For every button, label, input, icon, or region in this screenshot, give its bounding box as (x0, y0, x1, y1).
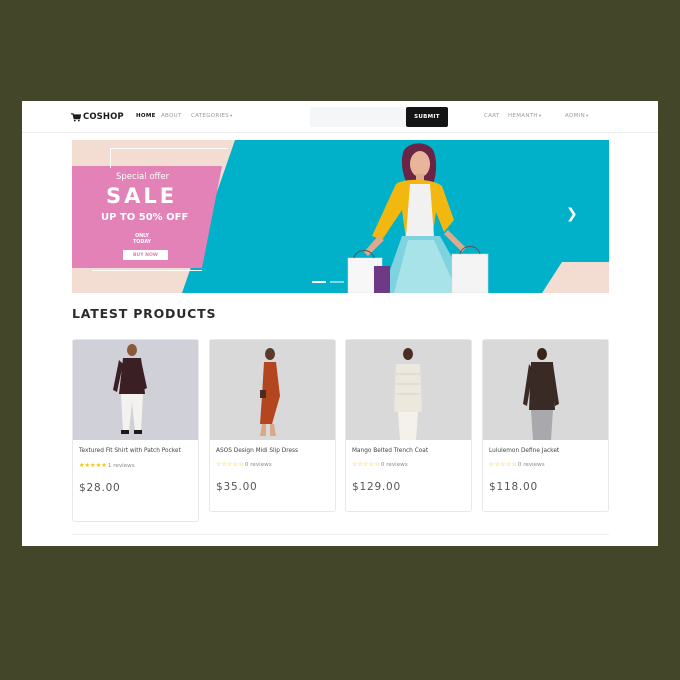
hero-sale-heading: SALE (106, 184, 178, 208)
product-price: $35.00 (216, 481, 258, 493)
review-count: 0 reviews (244, 461, 272, 468)
product-card[interactable]: ASOS Design Midi Slip Dress ☆☆☆☆☆ 0 revi… (209, 339, 336, 512)
hero-carousel[interactable]: Special offer SALE UP TO 50% OFF ONLY TO… (72, 140, 609, 293)
product-price: $28.00 (79, 482, 121, 494)
hero-model-image (347, 143, 489, 293)
product-title[interactable]: Lululemon Define Jacket (489, 447, 602, 456)
browser-page: COSHOP HOME ABOUT CATEGORIES▾ SUBMIT CAR… (22, 101, 658, 546)
buy-now-button[interactable]: BUY NOW (123, 250, 168, 260)
brand-logo[interactable]: COSHOP (71, 111, 124, 123)
product-image[interactable] (346, 340, 471, 440)
star-rating-icon: ☆☆☆☆☆ (489, 461, 517, 468)
star-rating-icon: ☆☆☆☆☆ (352, 461, 380, 468)
chevron-right-icon[interactable]: ❯ (566, 206, 578, 222)
hero-only-line2: TODAY (133, 240, 152, 245)
product-card[interactable]: Mango Belted Trench Coat ☆☆☆☆☆ 0 reviews… (345, 339, 472, 512)
product-title[interactable]: Mango Belted Trench Coat (352, 447, 465, 456)
nav-user-label: HEMANTH (508, 113, 538, 119)
product-rating: ☆☆☆☆☆ 0 reviews (489, 461, 602, 468)
product-rating: ★★★★★ 1 reviews (79, 462, 192, 469)
review-count: 0 reviews (380, 461, 408, 468)
product-price: $118.00 (489, 481, 539, 493)
nav-user-menu[interactable]: HEMANTH▾ (508, 113, 541, 119)
model-coat-image (394, 348, 422, 440)
product-image[interactable] (73, 340, 198, 440)
product-rating: ☆☆☆☆☆ 0 reviews (352, 461, 465, 468)
cart-icon (71, 112, 81, 121)
frame-line (92, 270, 202, 271)
review-count: 1 reviews (107, 462, 135, 469)
caret-down-icon: ▾ (538, 114, 542, 119)
product-price: $129.00 (352, 481, 402, 493)
frame-line (110, 148, 228, 149)
caret-down-icon: ▾ (585, 114, 589, 119)
nav-categories[interactable]: CATEGORIES▾ (191, 113, 233, 119)
star-rating-icon: ☆☆☆☆☆ (216, 461, 244, 468)
nav-home[interactable]: HOME (136, 113, 156, 119)
hero-only-today: ONLY TODAY (133, 234, 151, 246)
model-dress-image (260, 348, 280, 436)
nav-about[interactable]: ABOUT (161, 113, 182, 119)
product-card[interactable]: Textured Fit Shirt with Patch Pocket ★★★… (72, 339, 199, 522)
model-jacket-image (523, 348, 559, 440)
divider (72, 534, 609, 535)
hero-discount: UP TO 50% OFF (101, 212, 189, 223)
brand-name: COSHOP (83, 112, 124, 122)
star-rating-icon: ★★★★★ (79, 462, 107, 469)
frame-line (110, 148, 111, 168)
product-image[interactable] (210, 340, 335, 440)
submit-button[interactable]: SUBMIT (406, 107, 448, 127)
product-card[interactable]: Lululemon Define Jacket ☆☆☆☆☆ 0 reviews … (482, 339, 609, 512)
nav-cart[interactable]: CART (484, 113, 500, 119)
search-input[interactable] (310, 107, 406, 127)
carousel-indicator[interactable] (330, 281, 344, 283)
product-title[interactable]: Textured Fit Shirt with Patch Pocket (79, 447, 192, 456)
hero-special-offer: Special offer (116, 172, 170, 182)
product-image[interactable] (483, 340, 608, 440)
nav-admin-menu[interactable]: ADMIN▾ (565, 113, 589, 119)
section-title: LATEST PRODUCTS (72, 306, 217, 321)
nav-admin-label: ADMIN (565, 113, 585, 119)
product-title[interactable]: ASOS Design Midi Slip Dress (216, 447, 329, 456)
review-count: 0 reviews (517, 461, 545, 468)
nav-categories-label: CATEGORIES (191, 113, 230, 119)
product-rating: ☆☆☆☆☆ 0 reviews (216, 461, 329, 468)
model-shirt-image (113, 344, 147, 434)
carousel-indicator-active[interactable] (312, 281, 326, 283)
caret-down-icon: ▾ (230, 114, 233, 119)
navbar: COSHOP HOME ABOUT CATEGORIES▾ SUBMIT CAR… (22, 101, 658, 133)
